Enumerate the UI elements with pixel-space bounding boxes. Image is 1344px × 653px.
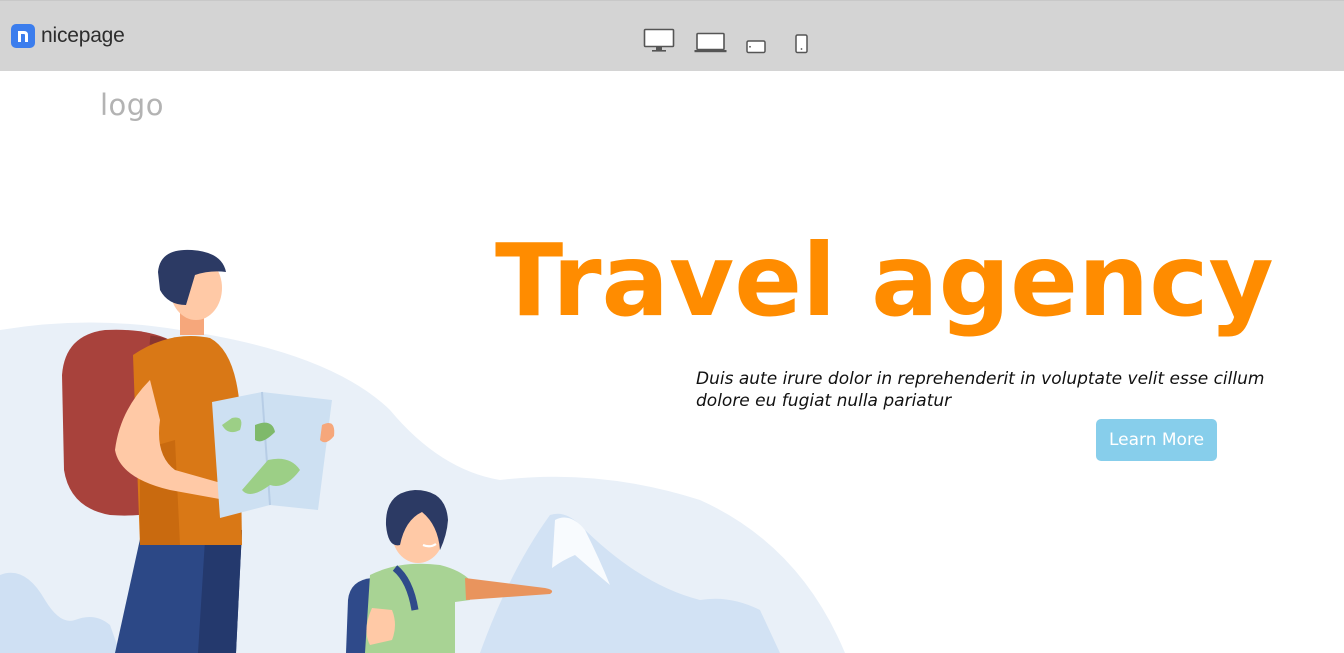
laptop-view-icon[interactable]: [694, 32, 727, 58]
page-title: Travel agency: [495, 222, 1274, 339]
phone-view-icon[interactable]: [794, 34, 809, 58]
nicepage-logo-icon: [11, 24, 35, 48]
desktop-view-icon[interactable]: [643, 28, 675, 58]
intro-text: Duis aute irure dolor in reprehenderit i…: [696, 369, 1265, 411]
page-canvas: logo Travel agency Duis aute irure dolor…: [0, 71, 1344, 653]
learn-more-button[interactable]: Learn More: [1096, 419, 1217, 461]
travelers-illustration: [0, 249, 845, 653]
site-logo[interactable]: logo: [100, 91, 164, 120]
editor-toolbar: nicepage: [0, 0, 1344, 71]
brand-name: nicepage: [41, 24, 125, 47]
tablet-landscape-view-icon[interactable]: [746, 39, 766, 58]
brand: nicepage: [11, 24, 125, 48]
